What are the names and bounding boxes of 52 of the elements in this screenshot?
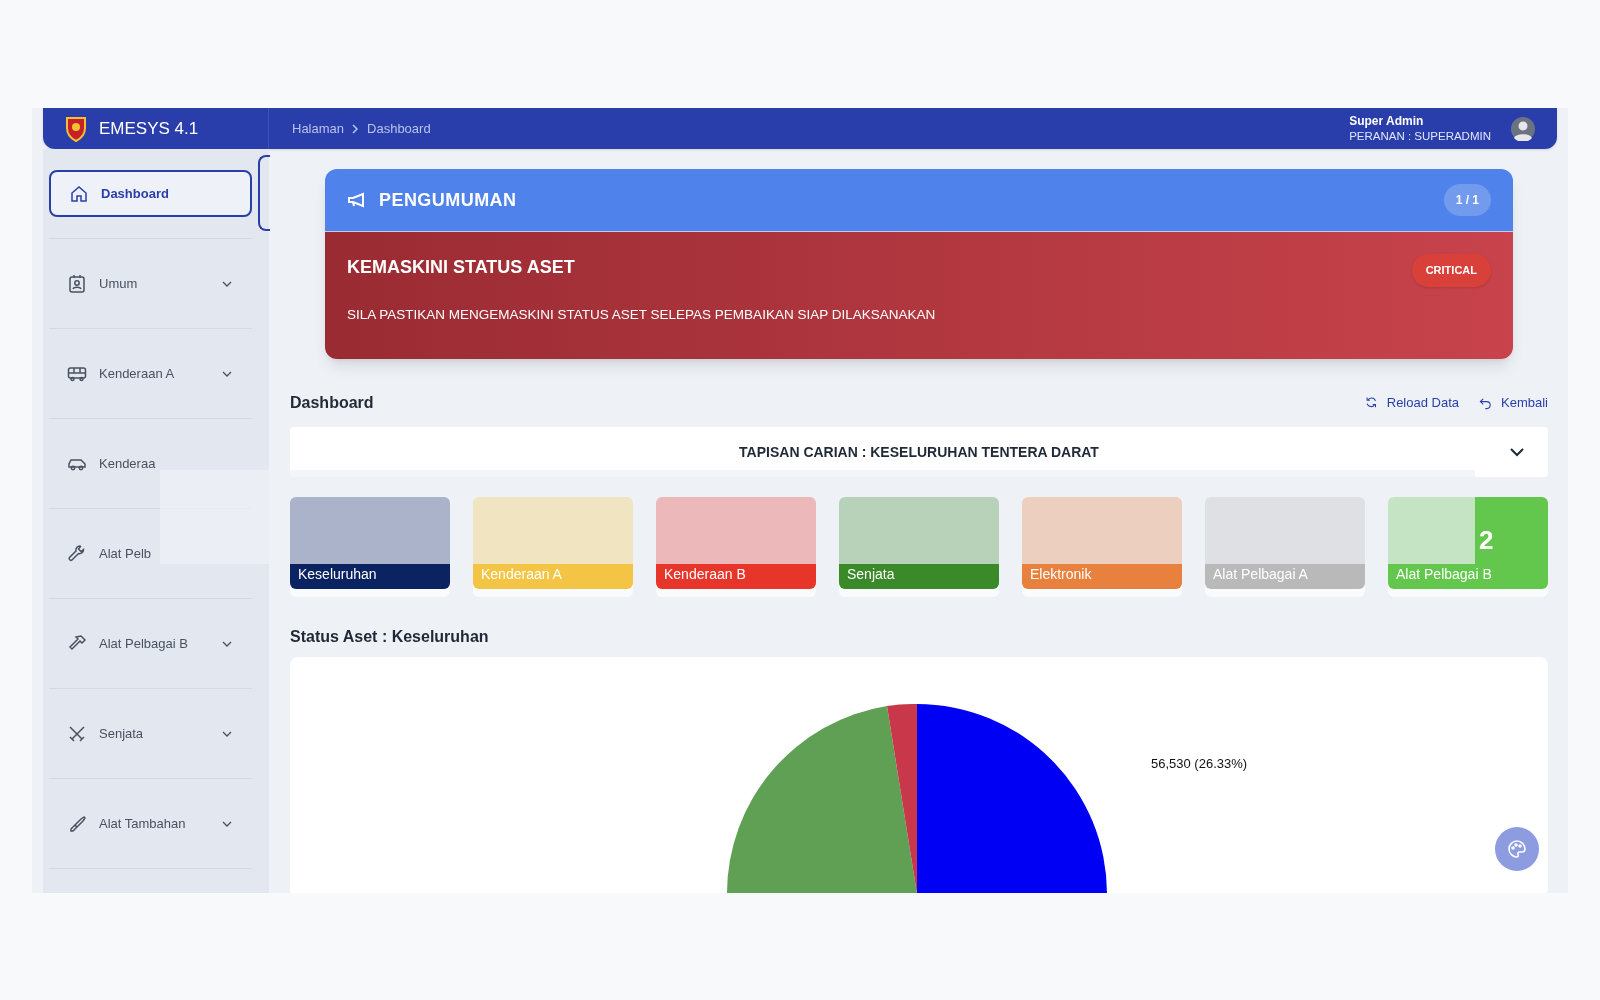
swords-icon bbox=[67, 723, 87, 744]
sidebar-item[interactable]: Alat Tambahan bbox=[49, 800, 252, 847]
chevron-down-icon bbox=[222, 370, 232, 377]
sidebar-item[interactable]: Alat Pelb bbox=[49, 530, 152, 577]
chevron-down-icon bbox=[222, 820, 232, 827]
section-title: Status Aset : Keseluruhan bbox=[290, 627, 490, 647]
severity-badge: CRITICAL bbox=[1411, 254, 1491, 287]
refresh-icon bbox=[1364, 396, 1379, 410]
card-label: Kenderaan A bbox=[481, 565, 562, 584]
back-arrow-icon bbox=[1479, 396, 1494, 410]
wrench-icon bbox=[67, 543, 87, 564]
brush-icon bbox=[67, 813, 87, 834]
chevron-down-icon bbox=[222, 640, 232, 647]
breadcrumb-link[interactable]: Halaman bbox=[292, 118, 345, 139]
megaphone-icon bbox=[347, 192, 367, 208]
palette-button[interactable] bbox=[1495, 827, 1539, 871]
palette-icon bbox=[1507, 839, 1527, 859]
user-name: Super Admin bbox=[1349, 113, 1425, 129]
user-role: PERANAN : SUPERADMIN bbox=[1349, 128, 1491, 144]
card-label: Elektronik bbox=[1030, 565, 1092, 584]
sidebar-item[interactable]: Dashboard bbox=[49, 170, 252, 217]
notice-title: KEMASKINI STATUS ASET bbox=[347, 256, 575, 279]
home-icon bbox=[69, 183, 89, 204]
sidebar-item[interactable]: Senjata bbox=[49, 710, 252, 757]
action-link[interactable]: Kembali bbox=[1479, 393, 1548, 413]
filter-label: TAPISAN CARIAN : KESELURUHAN TENTERA DARAT bbox=[739, 442, 1099, 462]
sidebar-item[interactable]: Alat Pelbagai B bbox=[49, 620, 252, 667]
id-badge-icon bbox=[67, 273, 87, 294]
user-avatar[interactable] bbox=[1511, 116, 1535, 141]
card-value: 2 bbox=[1479, 524, 1494, 557]
announcement-title: PENGUMUMAN bbox=[379, 188, 517, 212]
app-title: EMESYS 4.1 bbox=[99, 117, 199, 140]
card-label: Keseluruhan bbox=[298, 565, 377, 584]
chevron-right-icon bbox=[352, 123, 360, 134]
chevron-down-icon bbox=[222, 280, 232, 287]
chevron-down-icon bbox=[222, 730, 232, 737]
page-counter: 1 / 1 bbox=[1443, 184, 1491, 216]
chevron-down-icon bbox=[1510, 447, 1524, 457]
card-label: Kenderaan B bbox=[664, 565, 746, 584]
section-title: Dashboard bbox=[290, 393, 374, 413]
sidebar-item[interactable]: Umum bbox=[49, 260, 252, 307]
action-link[interactable]: Reload Data bbox=[1364, 393, 1460, 413]
card-label: Senjata bbox=[847, 565, 895, 584]
breadcrumb-link[interactable]: Dashboard bbox=[367, 118, 431, 139]
sidebar-item[interactable]: Kenderaan A bbox=[49, 350, 252, 397]
sidebar-item[interactable]: Kenderaa bbox=[49, 440, 156, 487]
collapse-tab[interactable] bbox=[258, 155, 270, 231]
slice-label: 56,530 (26.33%) bbox=[1151, 755, 1248, 773]
card-label: Alat Pelbagai B bbox=[1396, 565, 1492, 584]
notice-message: SILA PASTIKAN MENGEMASKINI STATUS ASET SELEPAS PEMBAIKAN SIAP DILAKSANAKAN bbox=[347, 306, 937, 324]
shield-logo-icon bbox=[65, 115, 87, 142]
card-label: Alat Pelbagai A bbox=[1213, 565, 1308, 584]
